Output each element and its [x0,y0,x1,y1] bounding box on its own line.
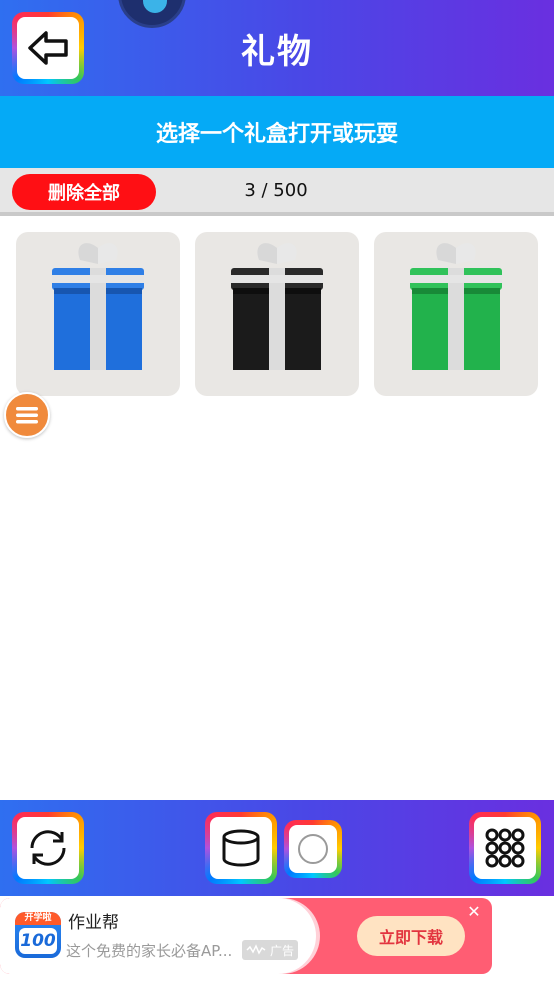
download-button[interactable]: 立即下载 [357,916,465,956]
refresh-icon [30,830,66,866]
page-title: 礼物 [241,32,313,72]
sound-wave-icon [246,944,266,955]
refresh-button[interactable] [12,812,84,884]
gift-card-black[interactable] [195,232,359,396]
bottom-toolbar [0,800,554,896]
green-gift-box-icon [410,243,502,370]
blue-gift-box-icon [52,243,144,370]
ad-content[interactable]: 开学啦 100 作业帮 这个免费的家长必备AP... 广告 [0,898,316,974]
gift-counter: 3 / 500 [244,180,308,201]
close-icon[interactable]: ✕ [466,904,482,920]
database-button[interactable] [205,812,277,884]
ad-description: 这个免费的家长必备AP... [66,942,233,960]
hamburger-menu-icon [16,407,38,424]
instruction-banner: 选择一个礼盒打开或玩耍 [0,96,554,168]
ad-title: 作业帮 [68,913,119,933]
circle-icon [298,834,328,864]
ad-badge-label: 广告 [269,943,294,958]
top-header: 礼物 [0,0,554,96]
controls-bar: 删除全部 3 / 500 [0,168,554,216]
record-button[interactable] [284,820,342,878]
grid-menu-button[interactable] [469,812,541,884]
database-icon [222,829,260,867]
delete-all-button[interactable]: 删除全部 [12,174,156,210]
gift-card-blue[interactable] [16,232,180,396]
ad-app-logo: 开学啦 100 [15,912,61,958]
black-gift-box-icon [231,243,323,370]
ad-badge: 广告 [242,940,298,960]
gift-card-green[interactable] [374,232,538,396]
ad-logo-number: 100 [19,928,57,954]
ad-logo-top-text: 开学啦 [15,912,61,925]
floating-menu-button[interactable] [4,392,50,438]
grid-icon [485,828,525,868]
ad-banner[interactable]: 开学啦 100 作业帮 这个免费的家长必备AP... 广告 立即下载 ✕ [0,898,492,974]
